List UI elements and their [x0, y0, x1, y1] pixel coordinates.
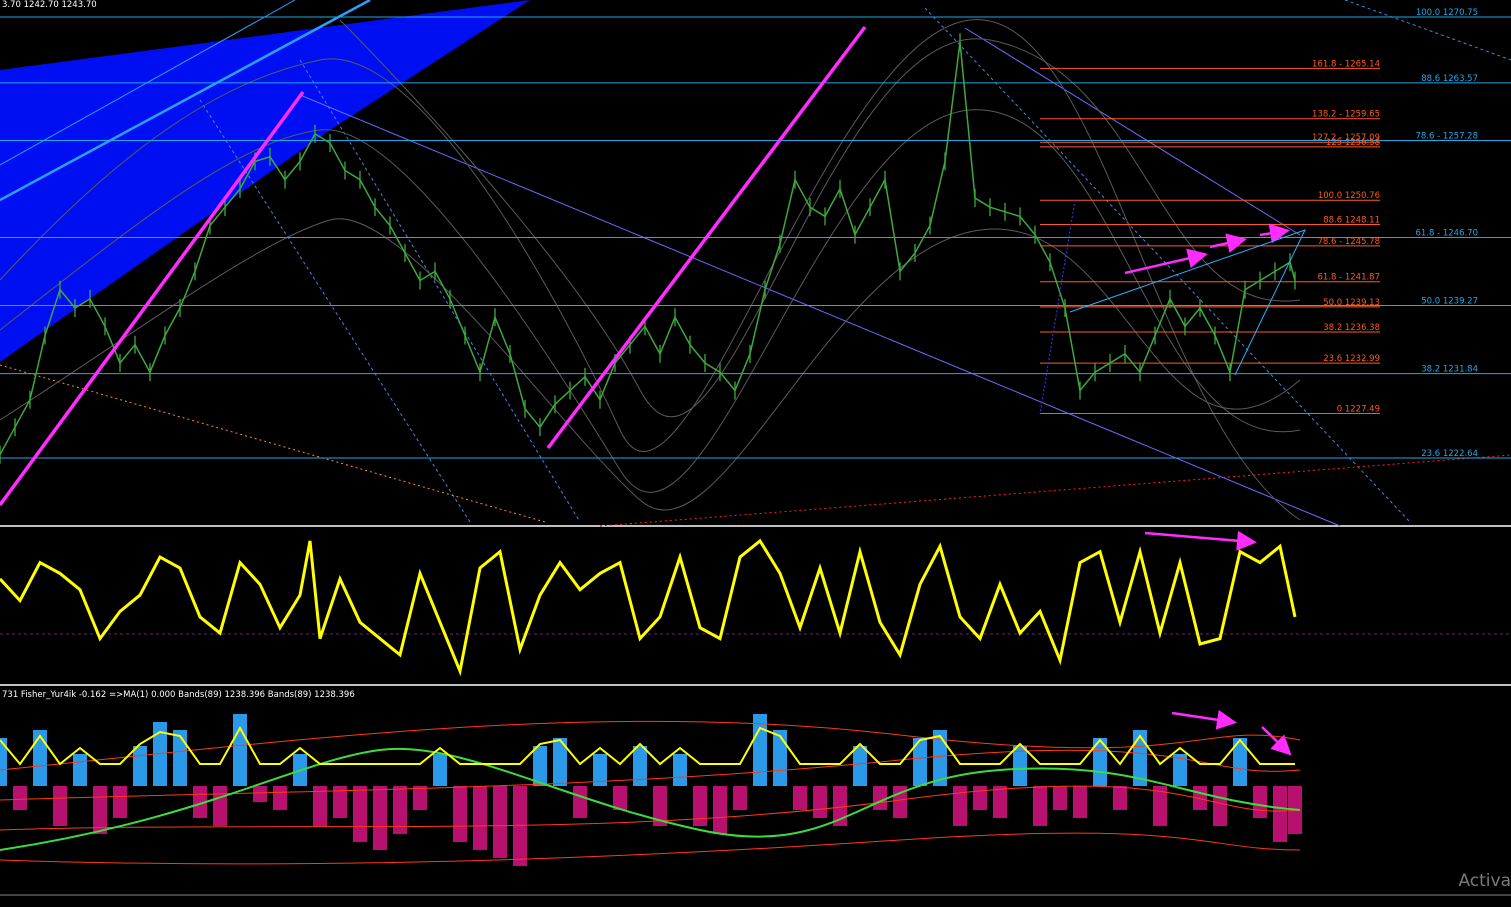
fisher-histogram-bar — [813, 786, 827, 818]
fisher-histogram-bar — [233, 714, 247, 786]
activation-watermark: Activa — [1458, 871, 1511, 891]
fisher-histogram-bar — [1253, 786, 1267, 818]
fisher-histogram-bar — [173, 730, 187, 786]
fisher-band — [0, 832, 1301, 865]
fisher-histogram-bar — [713, 786, 727, 834]
fisher-histogram-bar — [453, 786, 467, 842]
fisher-histogram-bar — [513, 786, 527, 866]
fisher-histogram-bar — [1033, 786, 1047, 826]
fib-level-label: 78.6 - 1245.78 — [1317, 237, 1380, 247]
price-panel: 100.0 1270.75 88.6 1263.57 78.6 - 1257.28 6… — [0, 0, 1511, 756]
dotted-trend-line — [599, 454, 1511, 527]
fisher-histogram-bar — [1213, 786, 1227, 826]
fib-level-label: 0 1227.49 — [1337, 405, 1380, 415]
fisher-histogram-bar — [973, 786, 987, 810]
dashed-trend-line — [299, 59, 581, 523]
fib-level-label: 78.6 - 1257.28 — [1415, 131, 1478, 141]
fib-level-label: 88.6 1248.11 — [1323, 216, 1380, 226]
fisher-histogram-bar — [873, 786, 887, 810]
fisher-histogram-bar — [793, 786, 807, 810]
fisher-histogram-bar — [1113, 786, 1127, 810]
fisher-histogram-bar — [53, 786, 67, 826]
ohlc-readout: 3.70 1242.70 1243.70 — [2, 0, 97, 10]
trend-line — [964, 27, 1301, 236]
fib-level-label: 61.8 - 1241.87 — [1317, 273, 1380, 283]
fisher-histogram-bar — [673, 754, 687, 786]
fib-level-label: 138.2 - 1259.65 — [1312, 110, 1380, 120]
fisher-histogram-bar — [353, 786, 367, 842]
fisher-histogram-bar — [573, 786, 587, 818]
fib-level-label: 38.2 1231.84 — [1421, 365, 1478, 375]
fib-level-label: 88.6 1263.57 — [1421, 74, 1478, 84]
fisher-histogram-bar — [1013, 746, 1027, 786]
oscillator-panel — [0, 538, 1511, 686]
fisher-histogram-bar — [433, 754, 447, 786]
divergence-arrow — [1261, 726, 1292, 756]
indicator-caption: 731 Fisher_Yur4ik -0.162 =>MA(1) 0.000 B… — [2, 690, 355, 700]
divergence-arrow — [1171, 709, 1237, 730]
fisher-histogram-bar — [1273, 786, 1287, 842]
fisher-histogram-bar — [1053, 786, 1067, 810]
fisher-histogram-bar — [473, 786, 487, 850]
dashed-trend-line — [924, 7, 1411, 523]
fisher-histogram-bar — [313, 786, 327, 826]
divergence-arrow — [1144, 530, 1257, 551]
fisher-histogram-bar — [273, 786, 287, 810]
fisher-histogram-bar — [33, 730, 47, 786]
fib-level-label: 125 1256.58 — [1326, 138, 1380, 148]
fib-level-label: 100.0 1250.76 — [1318, 191, 1380, 201]
fib-level-label: 23.6 1222.64 — [1421, 449, 1478, 459]
trend-line — [299, 94, 1341, 527]
wedge-pattern — [1069, 229, 1306, 376]
fisher-histogram-bar — [1073, 786, 1087, 818]
dotted-trend-line — [0, 364, 546, 523]
fisher-histogram-bar — [773, 730, 787, 786]
fisher-histogram-bar — [753, 714, 767, 786]
fisher-histogram-bar — [373, 786, 387, 850]
fib-level-label: 38.2 1236.38 — [1323, 323, 1380, 333]
fisher-histogram-bar — [13, 786, 27, 810]
fib-level-label: 61.8 - 1246.70 — [1415, 228, 1478, 238]
divergence-arrow — [1124, 248, 1208, 275]
fisher-histogram-bar — [613, 786, 627, 810]
fisher-histogram-bar — [73, 754, 87, 786]
fisher-histogram-bar — [733, 786, 747, 810]
fisher-histogram-bar — [133, 746, 147, 786]
divergence-arrow — [1259, 223, 1290, 244]
fisher-histogram-bar — [413, 786, 427, 810]
oscillator-line — [0, 538, 1297, 677]
fisher-histogram-bar — [493, 786, 507, 858]
fib-level-label: 50.0 1239.27 — [1421, 297, 1478, 307]
chart-svg: 100.0 1270.75 88.6 1263.57 78.6 - 1257.28 6… — [0, 0, 1511, 896]
fisher-histogram-bar — [693, 786, 707, 826]
fib-level-label: 50.0 1239.13 — [1323, 298, 1380, 308]
fisher-histogram-bar — [93, 786, 107, 834]
fisher-histogram-bar — [853, 746, 867, 786]
fib-level-label: 23.6 1232.99 — [1323, 354, 1380, 364]
fisher-histogram-bar — [213, 786, 227, 826]
fisher-panel — [0, 714, 1511, 896]
fisher-histogram-bar — [113, 786, 127, 818]
fib-level-label: 161.8 - 1265.14 — [1312, 59, 1380, 69]
chart-canvas: 100.0 1270.75 88.6 1263.57 78.6 - 1257.28 6… — [0, 0, 1511, 903]
fib-level-label: 100.0 1270.75 — [1416, 8, 1478, 18]
fisher-histogram-bar — [253, 786, 267, 802]
fisher-histogram-bar — [993, 786, 1007, 818]
